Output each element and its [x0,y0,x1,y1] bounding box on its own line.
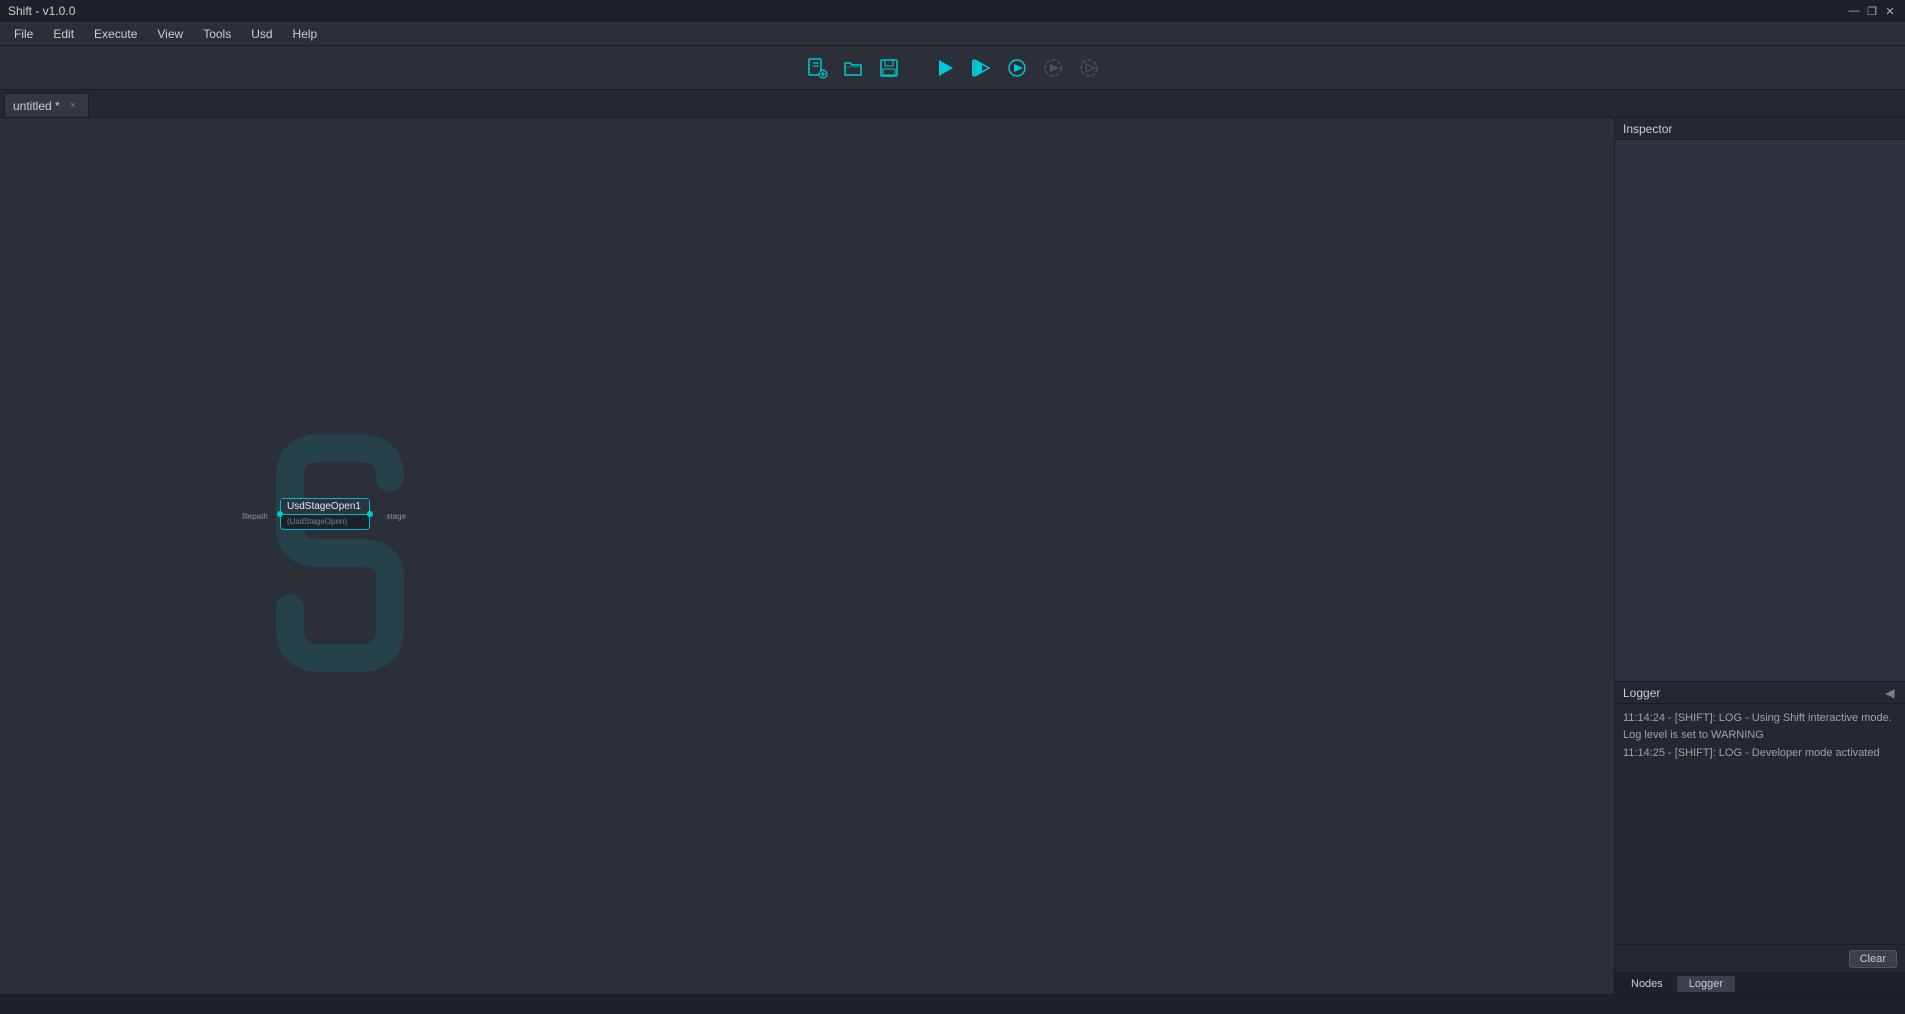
new-file-icon [806,57,828,79]
execute-selected-icon [970,57,992,79]
left-port-dot[interactable] [277,511,283,517]
canvas-area[interactable]: filepath stage UsdStageOpen1 (UsdStageOp… [0,118,1615,994]
tab-label: untitled * [13,99,60,113]
menu-edit[interactable]: Edit [43,25,84,43]
menu-tools[interactable]: Tools [193,25,241,43]
execute-option2-button[interactable] [1037,52,1069,84]
title-bar: Shift - v1.0.0 — ❐ ✕ [0,0,1905,22]
inspector-title: Inspector [1623,122,1672,136]
menu-bar: File Edit Execute View Tools Usd Help [0,22,1905,46]
node-container[interactable]: filepath stage UsdStageOpen1 (UsdStageOp… [280,498,370,530]
bottom-tab-bar: Nodes Logger [1615,972,1905,994]
inspector-header: Inspector [1615,118,1905,140]
log-entry-1: 11:14:24 - [SHIFT]: LOG - Using Shift in… [1623,710,1897,743]
close-button[interactable]: ✕ [1883,4,1897,18]
menu-usd[interactable]: Usd [241,25,282,43]
node-header: UsdStageOpen1 [281,499,369,515]
execute-all-icon [1006,57,1028,79]
logger-content: 11:14:24 - [SHIFT]: LOG - Using Shift in… [1615,704,1905,944]
left-port-label: filepath [242,512,268,521]
execute-toolbar-group [929,52,1105,84]
tab-untitled[interactable]: untitled * × [4,93,89,117]
logger-panel: Logger ◀ 11:14:24 - [SHIFT]: LOG - Using… [1615,682,1905,972]
tab-bar: untitled * × [0,90,1905,118]
tab-close-button[interactable]: × [66,99,80,113]
execute-selected-button[interactable] [965,52,997,84]
file-toolbar-group [801,52,905,84]
toolbar [0,46,1905,90]
minimize-button[interactable]: — [1847,4,1861,18]
node-box[interactable]: UsdStageOpen1 (UsdStageOpen) [280,498,370,530]
execute-all-button[interactable] [1001,52,1033,84]
save-file-icon [878,57,900,79]
status-bar [0,994,1905,1014]
menu-help[interactable]: Help [283,25,328,43]
bottom-tab-nodes[interactable]: Nodes [1619,976,1675,992]
menu-execute[interactable]: Execute [84,25,147,43]
maximize-button[interactable]: ❐ [1865,4,1879,18]
app-title: Shift - v1.0.0 [8,4,75,18]
save-file-button[interactable] [873,52,905,84]
right-port-label: stage [386,512,406,521]
execute-icon [934,57,956,79]
logger-title: Logger [1623,686,1660,700]
open-file-button[interactable] [837,52,869,84]
execute-option3-button[interactable] [1073,52,1105,84]
node-subtitle: (UsdStageOpen) [287,517,347,526]
watermark [260,428,420,678]
log-entry-2: 11:14:25 - [SHIFT]: LOG - Developer mode… [1623,745,1897,762]
execute-option2-icon [1042,57,1064,79]
execute-option3-icon [1078,57,1100,79]
open-file-icon [842,57,864,79]
execute-button[interactable] [929,52,961,84]
node-title: UsdStageOpen1 [287,501,361,512]
logger-bottom: Clear [1615,944,1905,972]
bottom-tab-logger[interactable]: Logger [1677,976,1735,992]
new-file-button[interactable] [801,52,833,84]
logger-close-button[interactable]: ◀ [1883,686,1897,700]
main-layout: filepath stage UsdStageOpen1 (UsdStageOp… [0,118,1905,994]
menu-view[interactable]: View [147,25,193,43]
menu-file[interactable]: File [4,25,43,43]
title-bar-controls: — ❐ ✕ [1847,4,1897,18]
right-panel: Inspector Logger ◀ 11:14:24 - [SHIFT]: L… [1615,118,1905,994]
logger-header: Logger ◀ [1615,682,1905,704]
clear-button[interactable]: Clear [1849,950,1897,968]
right-port-dot[interactable] [367,511,373,517]
inspector-panel: Inspector [1615,118,1905,682]
inspector-content [1615,140,1905,681]
node-body: (UsdStageOpen) [281,515,369,529]
